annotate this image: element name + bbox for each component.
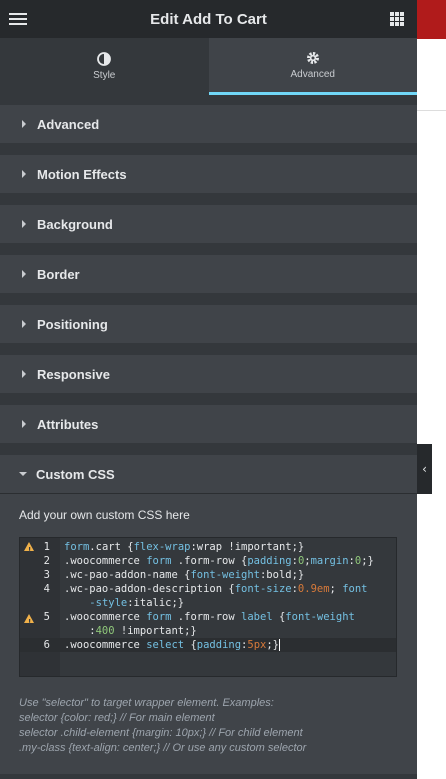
section-label: Motion Effects — [37, 166, 127, 182]
apps-grid-icon[interactable] — [390, 12, 404, 26]
section-label: Positioning — [37, 316, 108, 332]
line-number: 2 — [43, 555, 50, 567]
preview-divider — [417, 110, 446, 111]
section-advanced[interactable]: Advanced — [0, 105, 417, 143]
line-number: 5 — [43, 611, 50, 623]
panel-header: Edit Add To Cart — [0, 0, 417, 38]
section-list: Advanced Motion Effects Background Borde… — [0, 95, 417, 774]
section-background[interactable]: Background — [0, 205, 417, 243]
caret-right-icon — [22, 220, 26, 228]
caret-right-icon — [22, 320, 26, 328]
code-text: .wc-pao-addon-name {font-weight:bold;} — [64, 569, 305, 581]
code-line: 5 .woocommerce form .form-row label {fon… — [20, 610, 396, 629]
preview-header-bar — [417, 0, 446, 39]
section-label: Background — [37, 216, 113, 232]
code-line-active: 6 .woocommerce select {padding:5px;} — [20, 638, 396, 652]
panel-title: Edit Add To Cart — [150, 10, 267, 28]
section-positioning[interactable]: Positioning — [0, 305, 417, 343]
section-label: Responsive — [37, 366, 110, 382]
section-label: Custom CSS — [36, 466, 115, 482]
custom-css-body: Add your own custom CSS here 1 form.cart… — [0, 494, 417, 774]
tab-advanced[interactable]: Advanced — [208, 38, 417, 95]
warning-icon — [24, 542, 34, 557]
line-number: 1 — [43, 541, 50, 553]
gear-icon — [306, 51, 319, 64]
custom-css-prompt: Add your own custom CSS here — [19, 508, 190, 522]
section-label: Border — [37, 266, 80, 282]
tab-style-label: Style — [93, 70, 116, 81]
line-number: 4 — [43, 583, 50, 595]
section-attributes[interactable]: Attributes — [0, 405, 417, 443]
panel-tabs: Style Advanced — [0, 38, 417, 95]
code-text: form.cart {flex-wrap:wrap !important;} — [64, 541, 305, 553]
contrast-icon — [97, 52, 112, 66]
section-custom-css[interactable]: Custom CSS — [0, 455, 417, 494]
code-text: .woocommerce form .form-row {padding:0;m… — [64, 555, 374, 567]
caret-down-icon — [19, 472, 27, 476]
code-line-wrap: -style:italic;} — [20, 596, 396, 610]
collapse-panel-button[interactable]: ‹ — [417, 444, 432, 494]
code-line: 2 .woocommerce form .form-row {padding:0… — [20, 554, 396, 568]
caret-right-icon — [22, 120, 26, 128]
code-text: .wc-pao-addon-description {font-size:0.9… — [64, 583, 368, 595]
caret-right-icon — [22, 420, 26, 428]
caret-right-icon — [22, 170, 26, 178]
hint-line: selector .child-element {margin: 10px;} … — [19, 727, 303, 739]
code-line-wrap: :400 !important;} — [20, 624, 396, 638]
editor-panel: Edit Add To Cart Style Advanced Advanced… — [0, 0, 417, 779]
code-text: .woocommerce select {padding:5px;} — [64, 639, 280, 651]
code-text: -style:italic;} — [89, 597, 185, 609]
code-line: 3 .wc-pao-addon-name {font-weight:bold;} — [20, 568, 396, 582]
tab-advanced-label: Advanced — [290, 68, 335, 80]
hamburger-icon[interactable] — [9, 11, 27, 27]
code-text: :400 !important;} — [64, 625, 197, 637]
hint-line: .my-class {text-align: center;} // Or us… — [19, 742, 307, 754]
section-label: Advanced — [37, 116, 100, 132]
code-line: 1 form.cart {flex-wrap:wrap !important;} — [20, 540, 396, 557]
section-label: Attributes — [37, 416, 99, 432]
section-motion-effects[interactable]: Motion Effects — [0, 155, 417, 193]
tab-style[interactable]: Style — [0, 38, 209, 95]
warning-icon — [24, 614, 34, 629]
section-border[interactable]: Border — [0, 255, 417, 293]
code-text: .woocommerce form .form-row label {font-… — [64, 611, 355, 623]
css-code-editor[interactable]: 1 form.cart {flex-wrap:wrap !important;}… — [19, 537, 397, 677]
hint-line: selector {color: red;} // For main eleme… — [19, 712, 215, 724]
line-number: 3 — [43, 569, 50, 581]
preview-area — [417, 0, 446, 779]
hint-line: Use "selector" to target wrapper element… — [19, 697, 274, 709]
code-line: 4 .wc-pao-addon-description {font-size:0… — [20, 582, 396, 596]
line-number: 6 — [43, 639, 50, 651]
section-responsive[interactable]: Responsive — [0, 355, 417, 393]
caret-right-icon — [22, 370, 26, 378]
caret-right-icon — [22, 270, 26, 278]
css-hint: Use "selector" to target wrapper element… — [19, 696, 398, 756]
chevron-left-icon: ‹ — [422, 462, 427, 476]
